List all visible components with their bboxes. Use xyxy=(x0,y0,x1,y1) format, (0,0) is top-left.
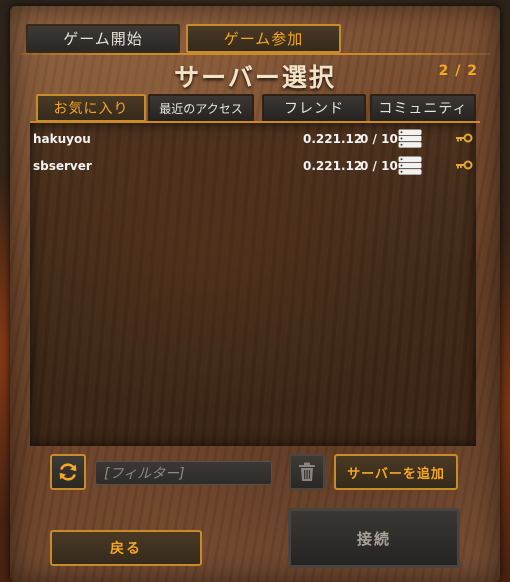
server-list[interactable]: hakuyou 0.221.12 0 / 10 sbserver 0.221.1… xyxy=(30,123,476,446)
server-name: hakuyou xyxy=(33,132,91,146)
tab-recent[interactable]: 最近のアクセス xyxy=(148,94,254,122)
add-server-button[interactable]: サーバーを追加 xyxy=(334,454,458,490)
server-version: 0.221.12 xyxy=(303,159,363,173)
tab-favorites[interactable]: お気に入り xyxy=(36,94,146,122)
connect-button[interactable]: 接続 xyxy=(288,508,460,568)
trash-icon xyxy=(299,462,315,481)
server-row[interactable]: sbserver 0.221.12 0 / 10 xyxy=(30,155,476,177)
tab-join-game[interactable]: ゲーム参加 xyxy=(186,24,341,53)
server-players: 0 / 10 xyxy=(360,132,398,146)
server-icon xyxy=(398,129,422,148)
tab-divider xyxy=(20,53,490,55)
tab-start-game[interactable]: ゲーム開始 xyxy=(26,24,180,53)
server-version: 0.221.12 xyxy=(303,132,363,146)
page-indicator: 2 / 2 xyxy=(438,63,478,79)
tab-community[interactable]: コミュニティ xyxy=(370,94,476,122)
key-icon xyxy=(456,160,473,170)
server-icon xyxy=(398,156,422,175)
back-button[interactable]: 戻る xyxy=(50,530,202,566)
server-name: sbserver xyxy=(33,159,92,173)
refresh-button[interactable] xyxy=(50,454,86,490)
page-title: サーバー選択 xyxy=(174,63,336,92)
server-row[interactable]: hakuyou 0.221.12 0 / 10 xyxy=(30,128,476,150)
delete-server-button[interactable] xyxy=(289,454,325,490)
tab-friends[interactable]: フレンド xyxy=(262,94,366,122)
server-players: 0 / 10 xyxy=(360,159,398,173)
key-icon xyxy=(456,133,473,143)
filter-input[interactable] xyxy=(95,461,272,485)
refresh-icon xyxy=(59,463,77,481)
